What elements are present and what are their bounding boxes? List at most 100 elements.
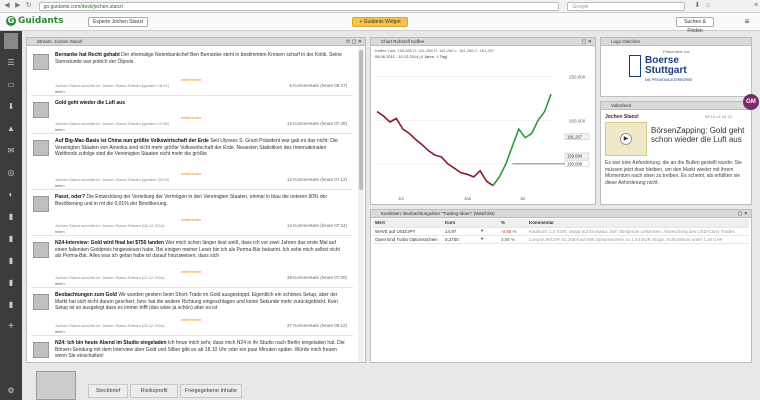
read-more-link[interactable]: weiterlesen — [181, 269, 201, 274]
read-more-link[interactable]: weiterlesen — [181, 77, 201, 82]
post-text[interactable]: Bernanke hat Recht gehabt Der ehemalige … — [55, 52, 347, 65]
column-header[interactable]: % — [499, 219, 527, 228]
author-avatar[interactable] — [33, 102, 49, 118]
bookmark-icon[interactable]: ▮ — [4, 211, 18, 223]
video-description: Es war eine Anforderung, die an die Bull… — [605, 160, 742, 186]
post-headline[interactable]: N24-Interview: Gold wird final bei $750 … — [55, 240, 164, 246]
forward-icon[interactable]: ▶ — [14, 2, 22, 10]
hamburger-icon[interactable]: ≡ — [742, 17, 752, 27]
post-comments-link[interactable]: 12 Kommentare (heute 07:12) — [287, 177, 347, 182]
author-avatar[interactable] — [33, 294, 49, 310]
panel-controls-icon[interactable]: ▢ ✕ — [582, 38, 592, 46]
table-row[interactable]: WAVE auf USD/JPY 14,97 ▾ -0,65 % Kaufkur… — [373, 227, 749, 236]
post-text[interactable]: N24: Ich bin heute Abend im Studio einge… — [55, 340, 347, 360]
post-headline[interactable]: Auf Big-Mac-Basis ist China nun größte V… — [55, 138, 209, 144]
share-link[interactable]: teilen — [55, 281, 65, 286]
browser-toolbar: ◀ ▶ ↻ go.guidants.com/desk/jochen.stanzl… — [0, 0, 760, 13]
price-line-up[interactable] — [492, 93, 552, 187]
share-link[interactable]: teilen — [55, 127, 65, 132]
profile-avatar-large[interactable] — [36, 371, 76, 400]
share-link[interactable]: teilen — [55, 229, 65, 234]
post-comments-link[interactable]: 38 Kommentare (heute 07:00) — [287, 275, 347, 280]
sponsor-brand-line2[interactable]: Stuttgart — [645, 66, 687, 76]
post-headline[interactable]: Passt, oder? — [55, 194, 85, 200]
watchlist-table: Wert Kurs% Kommentar WAVE auf USD/JPY 14,9… — [373, 219, 749, 244]
post-text[interactable]: N24-Interview: Gold wird final bei $750 … — [55, 240, 347, 260]
post-comments-link[interactable]: 27 Kommentare (heute 08:12) — [287, 323, 347, 328]
back-icon[interactable]: ◀ — [3, 2, 11, 10]
layers-icon[interactable]: ☰ — [4, 57, 18, 69]
column-header[interactable]: Wert — [373, 219, 443, 228]
read-more-link[interactable]: weiterlesen — [181, 317, 201, 322]
download-icon[interactable]: ⬇ — [4, 101, 18, 113]
message-icon[interactable]: ✉ — [4, 145, 18, 157]
play-icon[interactable]: ▶ — [620, 133, 632, 145]
bookmark-icon[interactable]: ▮ — [4, 233, 18, 245]
stream-scroll-thumb[interactable] — [359, 50, 363, 190]
bookmark-icon[interactable]: ▮ — [4, 277, 18, 289]
post-text[interactable]: Beobachtungen zum Gold Wir wurden gester… — [55, 292, 347, 312]
price-line-down[interactable] — [376, 110, 494, 187]
share-link[interactable]: teilen — [55, 183, 65, 188]
gm-badge-icon[interactable]: GM — [743, 94, 759, 110]
column-header[interactable]: Kommentar — [527, 219, 749, 228]
read-more-link[interactable]: weiterlesen — [181, 171, 201, 176]
gear-icon[interactable]: ⚙ — [4, 385, 18, 397]
target-icon[interactable]: ◎ — [4, 167, 18, 179]
instrument-name[interactable]: WAVE auf USD/JPY — [373, 227, 443, 236]
tab-steckbrief[interactable]: Steckbrief — [88, 384, 128, 398]
guidants-logo[interactable]: G Guidants — [6, 16, 76, 28]
share-link[interactable]: teilen — [55, 329, 65, 334]
menu-icon[interactable]: ≡ — [752, 2, 760, 10]
video-caption[interactable]: BörsenZapping: Gold geht schon wieder di… — [651, 126, 747, 144]
bookmark-icon[interactable]: ▮ — [4, 299, 18, 311]
panel-controls-icon[interactable]: ▢ ✕ — [738, 210, 748, 218]
post-comments-link[interactable]: 6 Kommentare (heute 09:27) — [289, 83, 347, 88]
download-icon[interactable]: ⬇ — [693, 2, 701, 10]
column-header[interactable]: Kurs — [443, 219, 479, 228]
read-more-link[interactable]: weiterlesen — [181, 217, 201, 222]
chart-icon[interactable]: ▲ — [4, 123, 18, 135]
tab-freigegebene-inhalte[interactable]: Freigegebene Inhalte — [180, 384, 242, 398]
post-headline[interactable]: Beobachtungen zum Gold — [55, 292, 117, 298]
plus-icon[interactable]: + — [4, 321, 18, 333]
presented-by-label: Präsentiert von — [663, 49, 690, 54]
author-avatar[interactable] — [33, 342, 49, 358]
search-find-button[interactable]: Suchen & Finden — [676, 17, 714, 34]
home-icon[interactable]: ⌂ — [704, 2, 712, 10]
author-avatar[interactable] — [33, 140, 49, 156]
column-header[interactable] — [479, 219, 499, 228]
author-avatar[interactable] — [33, 54, 49, 70]
post-meta: Jochen Stanzl schreibt im Jochen Stanzl … — [55, 177, 170, 182]
profile-avatar[interactable] — [4, 33, 18, 49]
author-avatar[interactable] — [33, 196, 49, 212]
post-text[interactable]: Passt, oder? Die Entwicklung der Verteil… — [55, 194, 347, 207]
post-headline[interactable]: N24: Ich bin heute Abend im Studio einge… — [55, 340, 167, 346]
monitor-icon[interactable]: ▭ — [4, 79, 18, 91]
tab-risikoprofil[interactable]: Risikoprofil — [130, 384, 178, 398]
post-comments-link[interactable]: 13 Kommentare (heute 07:49) — [287, 121, 347, 126]
post-text[interactable]: Auf Big-Mac-Basis ist China nun größte V… — [55, 138, 347, 158]
panel-controls-icon[interactable]: ⟳ ▢ ✕ — [346, 38, 362, 46]
author-avatar[interactable] — [33, 242, 49, 258]
table-row[interactable]: Open End Turbo Optionsschein 0,2700 ▾ 3,… — [373, 235, 749, 244]
stream-panel: Stream: Jochen Stanzl ⟳ ▢ ✕ Bernanke hat … — [26, 37, 366, 363]
bookmark-icon[interactable]: ▮ — [4, 255, 18, 267]
video-author[interactable]: Jochen Stanzl — [605, 114, 639, 120]
share-link[interactable]: teilen — [55, 89, 65, 94]
video-thumbnail[interactable]: ▶ — [605, 122, 647, 156]
post-comments-link[interactable]: 14 Kommentare (heute 07:24) — [287, 223, 347, 228]
y-tick-label: 200,000 — [569, 118, 586, 123]
instrument-name[interactable]: Open End Turbo Optionsschein — [373, 235, 443, 244]
post-headline[interactable]: Bernanke hat Recht gehabt — [55, 52, 120, 58]
url-bar[interactable]: go.guidants.com/desk/jochen.stanzl — [38, 1, 560, 11]
price-chart[interactable]: 250,000200,000150,000181,257159,084150,0… — [373, 62, 595, 204]
browser-search-input[interactable]: Google — [567, 1, 686, 11]
reload-icon[interactable]: ↻ — [25, 2, 33, 10]
gauge-icon[interactable]: ◐ — [4, 189, 18, 201]
read-more-link[interactable]: weiterlesen — [181, 115, 201, 120]
add-widget-button[interactable]: + Guidants Widget — [352, 17, 408, 27]
post-headline[interactable]: Gold geht wieder die Luft aus — [55, 100, 125, 106]
post-text[interactable]: Gold geht wieder die Luft aus — [55, 100, 347, 107]
expert-select[interactable]: Experte Jochen Stanzl — [88, 17, 148, 27]
